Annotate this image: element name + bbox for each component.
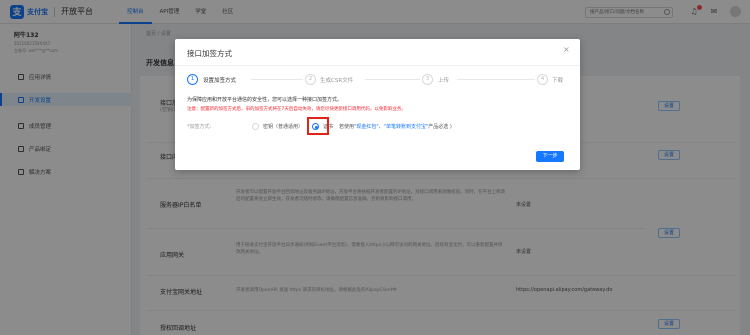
radio-key-label[interactable]: 密钥（普通适用） bbox=[263, 123, 303, 130]
cash-redpacket-link[interactable]: "现金红包" bbox=[354, 124, 379, 130]
warning-text: 注意：配置新的加签方式后，旧的加签方式将在7天后自动失效，请您尽快更新接口调用代… bbox=[187, 107, 406, 112]
sign-method-label: *加签方式: bbox=[187, 124, 212, 130]
step-2-label: 生成CSR文件 bbox=[320, 78, 354, 84]
step-connector bbox=[365, 79, 420, 80]
radio-key[interactable] bbox=[252, 123, 259, 130]
sign-method-modal: 接口加签方式 × 1 设置加签方式 2 生成CSR文件 3 上传 4 下载 为保… bbox=[175, 39, 580, 170]
step-3-circle: 3 bbox=[422, 74, 433, 85]
cert-note-suffix: 产品必选 ) bbox=[428, 124, 452, 130]
annotation-highlight-box bbox=[307, 117, 329, 135]
transfer-link[interactable]: "单笔转账到支付宝" bbox=[384, 124, 429, 130]
step-4-label: 下载 bbox=[552, 78, 564, 84]
step-connector bbox=[457, 79, 535, 80]
step-1-label: 设置加签方式 bbox=[203, 78, 237, 84]
cert-note: 若使用"现金红包"、"单笔转账到支付宝"产品必选 ) bbox=[339, 123, 452, 130]
next-button[interactable]: 下一步 bbox=[536, 151, 564, 162]
step-1-circle: 1 bbox=[187, 74, 198, 85]
modal-header-divider bbox=[175, 65, 580, 66]
step-connector bbox=[251, 79, 303, 80]
step-4-circle: 4 bbox=[537, 74, 548, 85]
step-3-label: 上传 bbox=[438, 78, 450, 84]
modal-title: 接口加签方式 bbox=[187, 49, 232, 58]
step-2-circle: 2 bbox=[305, 74, 316, 85]
cert-note-prefix: 若使用 bbox=[339, 124, 355, 130]
info-text: 为保障应用和开放平台通信的安全性，您可以选择一种接口加签方式。 bbox=[187, 97, 343, 103]
close-icon[interactable]: × bbox=[563, 45, 570, 54]
